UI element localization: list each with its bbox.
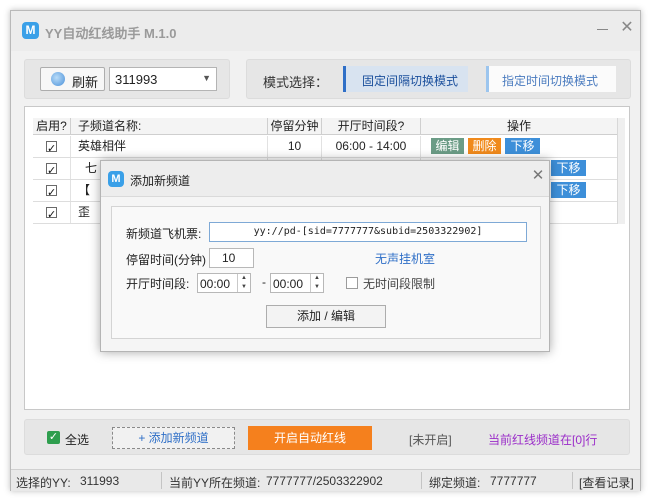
row-enabled-checkbox[interactable] bbox=[46, 183, 57, 204]
table-header: 启用? 子频道名称: 停留分钟 开厅时间段? 操作 bbox=[33, 118, 617, 135]
select-all-checkbox[interactable]: ✓ bbox=[47, 431, 60, 444]
stay-label: 停留时间(分钟) bbox=[126, 253, 206, 267]
end-time-value: 00:00 bbox=[273, 277, 304, 291]
mode-panel: 模式选择： 固定间隔切换模式 指定时间切换模式 bbox=[246, 59, 631, 99]
add-edit-button[interactable]: 添加 / 编辑 bbox=[266, 305, 386, 328]
header-open-time: 开厅时间段? bbox=[322, 118, 421, 135]
yy-account-select[interactable]: 311993 ▼ bbox=[109, 67, 217, 91]
end-time-input[interactable]: 00:00 ▲ ▼ bbox=[270, 273, 324, 293]
row-channel-name: 英雄相伴 bbox=[71, 136, 268, 157]
refresh-icon bbox=[51, 72, 65, 86]
add-channel-button[interactable]: + 添加新频道 bbox=[112, 427, 235, 449]
refresh-button[interactable]: 刷新 bbox=[40, 67, 105, 91]
mode-fixed-interval-label: 固定间隔切换模式 bbox=[362, 74, 459, 88]
table-scrollbar[interactable] bbox=[617, 118, 625, 224]
no-time-limit-label[interactable]: 无时间段限制 bbox=[363, 275, 435, 292]
mode-fixed-interval-button[interactable]: 固定间隔切换模式 bbox=[343, 66, 468, 92]
header-actions: 操作 bbox=[506, 119, 531, 133]
move-down-button[interactable]: 下移 bbox=[551, 160, 586, 176]
current-row-status: 当前红线频道在[0]行 bbox=[488, 433, 598, 447]
move-down-button[interactable]: 下移 bbox=[551, 182, 586, 198]
app-logo-icon: M bbox=[108, 171, 124, 187]
run-status: [未开启] bbox=[409, 433, 452, 447]
selected-yy-value: 311993 bbox=[80, 474, 120, 488]
status-bar: 选择的YY: 311993 当前YY所在频道: 7777777/25033229… bbox=[11, 469, 640, 491]
end-time-spinner[interactable]: ▲ ▼ bbox=[310, 274, 323, 292]
refresh-button-label: 刷新 bbox=[72, 75, 99, 90]
mode-scheduled-label: 指定时间切换模式 bbox=[502, 74, 599, 88]
dialog-title: 添加新频道 bbox=[130, 174, 191, 188]
yy-account-value: 311993 bbox=[115, 72, 158, 87]
bound-channel-value: 7777777 bbox=[490, 474, 537, 488]
row-enabled-checkbox[interactable] bbox=[46, 205, 57, 226]
current-channel-value: 7777777/2503322902 bbox=[266, 474, 383, 488]
edit-button[interactable]: 编辑 bbox=[431, 138, 464, 154]
delete-button[interactable]: 删除 bbox=[468, 138, 501, 154]
dialog-title-bar: M 添加新频道 ✕ bbox=[101, 161, 549, 197]
start-time-input[interactable]: 00:00 ▲ ▼ bbox=[197, 273, 251, 293]
silent-room-link[interactable]: 无声挂机室 bbox=[375, 250, 435, 267]
close-icon[interactable]: ✕ bbox=[618, 19, 636, 37]
start-auto-redline-button[interactable]: 开启自动红线 bbox=[248, 426, 372, 450]
time-range-label: 开厅时间段: bbox=[126, 277, 190, 291]
move-down-button[interactable]: 下移 bbox=[505, 138, 540, 154]
bound-channel-label: 绑定频道: bbox=[429, 476, 481, 490]
chevron-down-icon: ▼ bbox=[202, 73, 211, 83]
table-row: 英雄相伴 10 06:00 - 14:00 编辑 删除 下移 bbox=[33, 136, 617, 160]
ticket-input[interactable]: yy://pd-[sid=7777777&subid=2503322902] bbox=[209, 222, 527, 242]
dialog-form: 新频道飞机票: yy://pd-[sid=7777777&subid=25033… bbox=[111, 206, 541, 339]
mode-scheduled-button[interactable]: 指定时间切换模式 bbox=[486, 66, 616, 92]
row-enabled-checkbox[interactable] bbox=[46, 161, 57, 182]
minimize-button[interactable] bbox=[595, 21, 611, 37]
app-logo-icon: M bbox=[22, 22, 39, 39]
select-all-label[interactable]: 全选 bbox=[65, 431, 89, 448]
row-enabled-checkbox[interactable] bbox=[46, 139, 57, 160]
time-separator: - bbox=[262, 275, 266, 289]
chevron-up-icon[interactable]: ▲ bbox=[311, 274, 323, 283]
selected-yy-label: 选择的YY: bbox=[16, 476, 71, 490]
yy-select-panel: 刷新 311993 ▼ bbox=[24, 59, 230, 99]
header-enabled: 启用? bbox=[33, 118, 71, 135]
row-stay-minutes: 10 bbox=[268, 136, 322, 157]
start-time-value: 00:00 bbox=[200, 277, 231, 291]
chevron-down-icon[interactable]: ▼ bbox=[238, 283, 250, 292]
chevron-up-icon[interactable]: ▲ bbox=[238, 274, 250, 283]
header-channel-name: 子频道名称: bbox=[71, 118, 268, 135]
bottom-toolbar: ✓ 全选 + 添加新频道 开启自动红线 [未开启] 当前红线频道在[0]行 bbox=[24, 419, 630, 455]
start-time-spinner[interactable]: ▲ ▼ bbox=[237, 274, 250, 292]
chevron-down-icon[interactable]: ▼ bbox=[311, 283, 323, 292]
row-open-time: 06:00 - 14:00 bbox=[322, 136, 421, 157]
window-title: YY自动红线助手 M.1.0 bbox=[45, 26, 177, 41]
current-channel-label: 当前YY所在频道: bbox=[169, 476, 261, 490]
add-channel-dialog: M 添加新频道 ✕ 新频道飞机票: yy://pd-[sid=7777777&s… bbox=[100, 160, 550, 352]
header-stay-minutes: 停留分钟 bbox=[268, 118, 322, 135]
view-log-link[interactable]: [查看记录] bbox=[579, 474, 634, 491]
no-time-limit-checkbox[interactable] bbox=[346, 277, 358, 289]
mode-label: 模式选择： bbox=[263, 75, 329, 90]
close-icon[interactable]: ✕ bbox=[529, 167, 547, 185]
stay-minutes-input[interactable]: 10 bbox=[209, 248, 254, 268]
title-bar: M YY自动红线助手 M.1.0 ✕ bbox=[11, 11, 640, 51]
ticket-label: 新频道飞机票: bbox=[126, 227, 202, 241]
